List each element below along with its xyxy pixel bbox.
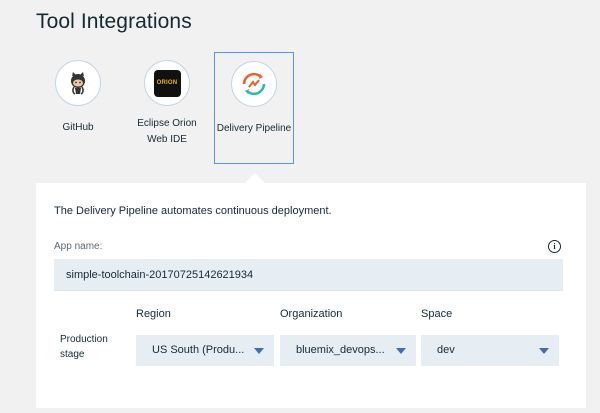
organization-select-value: bluemix_devops... [296,344,385,356]
delivery-pipeline-icon [231,61,277,107]
app-name-label: App name: [54,241,103,252]
page-title: Tool Integrations [36,10,192,33]
region-select-value: US South (Produ... [152,344,245,356]
space-select-value: dev [437,344,455,356]
tool-delivery-pipeline[interactable]: Delivery Pipeline [214,52,294,164]
region-select[interactable]: US South (Produ... [136,335,274,366]
tool-eclipse-orion[interactable]: ORION Eclipse Orion Web IDE [126,52,208,148]
github-icon [55,60,101,106]
app-name-input[interactable]: simple-toolchain-20170725142621934 [54,259,563,291]
tool-label: Eclipse Orion Web IDE [137,118,197,145]
chevron-down-icon [254,348,264,354]
delivery-pipeline-panel: The Delivery Pipeline automates continuo… [36,183,586,408]
space-column-header: Space [421,308,453,320]
orion-icon-text: ORION [156,80,178,86]
orion-icon: ORION [144,60,190,106]
region-column-header: Region [136,308,171,320]
panel-description: The Delivery Pipeline automates continuo… [54,205,332,217]
organization-select[interactable]: bluemix_devops... [280,335,416,366]
chevron-down-icon [539,348,549,354]
space-select[interactable]: dev [421,335,559,366]
info-icon[interactable]: i [548,240,561,253]
chevron-down-icon [396,348,406,354]
tool-label: GitHub [62,122,94,133]
tool-github[interactable]: GitHub [38,52,118,136]
organization-column-header: Organization [280,308,343,320]
tool-label: Delivery Pipeline [216,123,292,134]
production-stage-label: Production stage [60,334,108,360]
